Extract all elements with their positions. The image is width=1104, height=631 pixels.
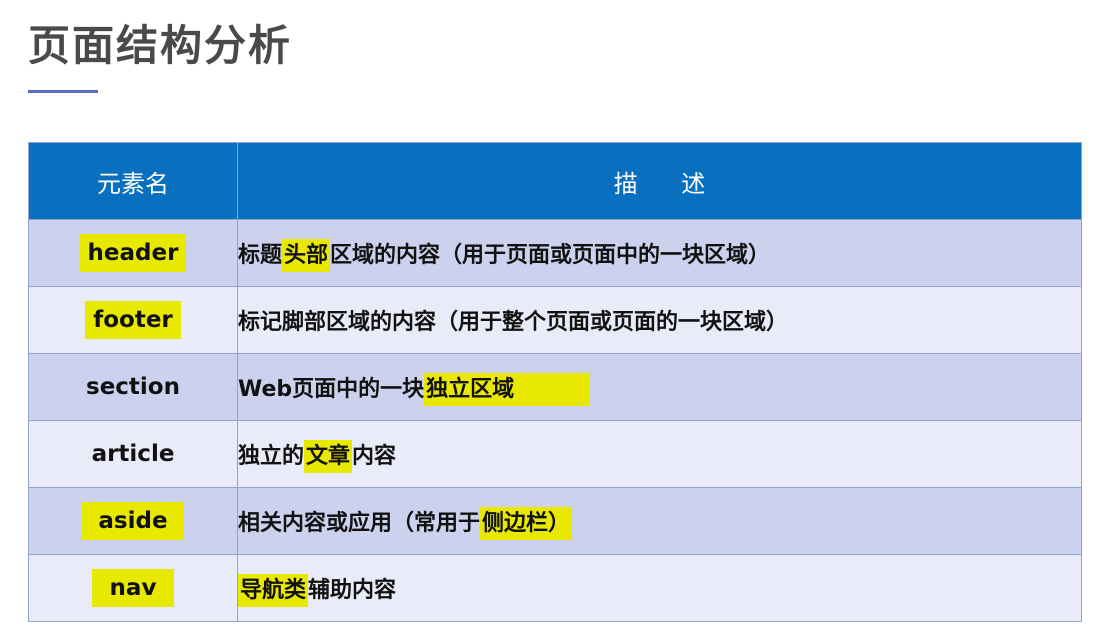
description-text: 标记脚部区域的内容（用于整个页面或页面的一块区域） [238,310,789,335]
table-row: header 标题头部区域的内容（用于页面或页面中的一块区域） [28,219,1082,287]
element-name: nav [91,569,175,607]
description-cell: 标题头部区域的内容（用于页面或页面中的一块区域） [237,219,1082,287]
header-element-name: 元素名 [28,142,238,220]
description-cell: 相关内容或应用（常用于侧边栏） [237,487,1082,555]
description-text: 区域的内容（用于页面或页面中的一块区域） [330,243,771,268]
element-name-cell: footer [28,286,238,354]
description-text: 辅助内容 [308,578,397,603]
highlighted-text: 独立区域 [424,373,591,406]
description-text: 内容 [352,444,397,469]
element-name-cell: header [28,219,238,287]
highlighted-text: 导航类 [238,574,309,607]
element-name-cell: aside [28,487,238,555]
table-header-row: 元素名 描 述 [28,142,1082,220]
description-cell: 标记脚部区域的内容（用于整个页面或页面的一块区域） [237,286,1082,354]
table-row: nav 导航类辅助内容 [28,554,1082,622]
header-description: 描 述 [237,142,1082,220]
element-name: header [79,234,187,272]
description-cell: 独立的文章内容 [237,420,1082,488]
description-text: 独立的 [238,444,305,469]
table-row: aside 相关内容或应用（常用于侧边栏） [28,487,1082,555]
table-row: article 独立的文章内容 [28,420,1082,488]
table-row: section Web页面中的一块独立区域 [28,353,1082,421]
element-name: aside [82,502,184,540]
element-name: footer [85,301,181,339]
elements-table: 元素名 描 述 header 标题头部区域的内容（用于页面或页面中的一块区域） … [28,142,1082,622]
element-name-cell: nav [28,554,238,622]
element-name: section [86,374,180,400]
title-underline [28,90,98,93]
element-name-cell: section [28,353,238,421]
description-text: Web页面中的一块 [238,377,425,402]
highlighted-text: 头部 [282,239,331,272]
highlighted-text: 侧边栏） [480,507,573,540]
table-row: footer 标记脚部区域的内容（用于整个页面或页面的一块区域） [28,286,1082,354]
page-title: 页面结构分析 [28,21,293,70]
element-name-cell: article [28,420,238,488]
description-cell: 导航类辅助内容 [237,554,1082,622]
description-text: 相关内容或应用（常用于 [238,511,481,536]
element-name: article [91,441,175,467]
highlighted-text: 文章 [304,440,353,473]
description-cell: Web页面中的一块独立区域 [237,353,1082,421]
description-text: 标题 [238,243,283,268]
